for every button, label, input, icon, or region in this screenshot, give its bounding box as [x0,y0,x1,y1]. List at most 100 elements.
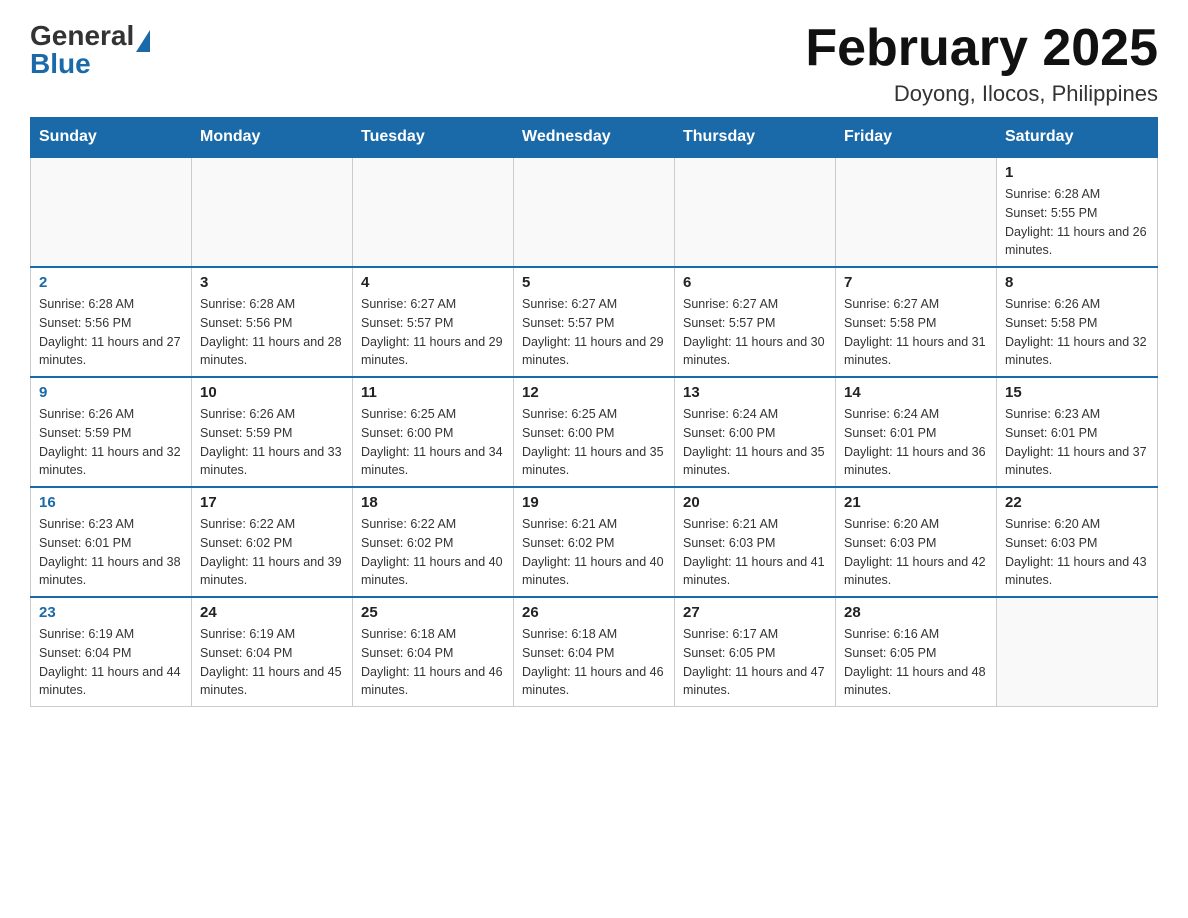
calendar-cell [353,157,514,267]
day-number: 2 [39,274,183,291]
day-number: 4 [361,274,505,291]
day-info: Sunrise: 6:27 AMSunset: 5:57 PMDaylight:… [361,295,505,370]
day-number: 27 [683,604,827,621]
day-number: 9 [39,384,183,401]
calendar-cell [675,157,836,267]
calendar-row: 2 Sunrise: 6:28 AMSunset: 5:56 PMDaylight… [31,267,1158,377]
weekday-wednesday: Wednesday [514,118,675,158]
calendar-header: SundayMondayTuesdayWednesdayThursdayFrid… [31,118,1158,158]
logo: General Blue [30,20,150,80]
calendar-cell: 11Sunrise: 6:25 AMSunset: 6:00 PMDayligh… [353,377,514,487]
day-number: 1 [1005,164,1149,181]
calendar-cell: 12 Sunrise: 6:25 AMSunset: 6:00 PMDayligh… [514,377,675,487]
calendar-cell: 3Sunrise: 6:28 AMSunset: 5:56 PMDaylight… [192,267,353,377]
day-info: Sunrise: 6:27 AMSunset: 5:57 PMDaylight:… [683,295,827,370]
day-number: 19 [522,494,666,511]
day-info: Sunrise: 6:18 AMSunset: 6:04 PMDaylight:… [361,625,505,700]
day-number: 6 [683,274,827,291]
calendar-cell: 1 Sunrise: 6:28 AMSunset: 5:55 PMDaylight… [997,157,1158,267]
day-number: 20 [683,494,827,511]
weekday-header-row: SundayMondayTuesdayWednesdayThursdayFrid… [31,118,1158,158]
calendar-cell [836,157,997,267]
day-info: Sunrise: 6:24 AMSunset: 6:01 PMDaylight:… [844,405,988,480]
day-number: 23 [39,604,183,621]
day-number: 16 [39,494,183,511]
calendar-cell [997,597,1158,707]
calendar-cell: 18 Sunrise: 6:22 AMSunset: 6:02 PMDayligh… [353,487,514,597]
calendar-row: 1 Sunrise: 6:28 AMSunset: 5:55 PMDaylight… [31,157,1158,267]
day-info: Sunrise: 6:27 AMSunset: 5:57 PMDaylight:… [522,295,666,370]
calendar-cell: 8Sunrise: 6:26 AMSunset: 5:58 PMDaylight… [997,267,1158,377]
page-header: General Blue February 2025 Doyong, Iloco… [30,20,1158,107]
day-info: Sunrise: 6:19 AMSunset: 6:04 PMDaylight:… [200,625,344,700]
calendar-cell: 26 Sunrise: 6:18 AMSunset: 6:04 PMDayligh… [514,597,675,707]
day-info: Sunrise: 6:18 AMSunset: 6:04 PMDaylight:… [522,625,666,700]
weekday-tuesday: Tuesday [353,118,514,158]
day-number: 26 [522,604,666,621]
calendar-cell: 16 Sunrise: 6:23 AMSunset: 6:01 PMDayligh… [31,487,192,597]
day-number: 10 [200,384,344,401]
calendar-cell: 23 Sunrise: 6:19 AMSunset: 6:04 PMDayligh… [31,597,192,707]
calendar-cell: 15Sunrise: 6:23 AMSunset: 6:01 PMDayligh… [997,377,1158,487]
calendar-cell: 28Sunrise: 6:16 AMSunset: 6:05 PMDayligh… [836,597,997,707]
page-subtitle: Doyong, Ilocos, Philippines [805,81,1158,107]
day-number: 12 [522,384,666,401]
calendar-cell [514,157,675,267]
calendar-row: 23 Sunrise: 6:19 AMSunset: 6:04 PMDayligh… [31,597,1158,707]
day-number: 28 [844,604,988,621]
day-info: Sunrise: 6:23 AMSunset: 6:01 PMDaylight:… [39,515,183,590]
calendar-cell: 7 Sunrise: 6:27 AMSunset: 5:58 PMDaylight… [836,267,997,377]
day-info: Sunrise: 6:19 AMSunset: 6:04 PMDaylight:… [39,625,183,700]
calendar-body: 1 Sunrise: 6:28 AMSunset: 5:55 PMDaylight… [31,157,1158,707]
day-number: 13 [683,384,827,401]
page-title: February 2025 [805,20,1158,77]
calendar-cell: 5 Sunrise: 6:27 AMSunset: 5:57 PMDaylight… [514,267,675,377]
day-number: 11 [361,384,505,401]
day-number: 7 [844,274,988,291]
weekday-saturday: Saturday [997,118,1158,158]
day-number: 18 [361,494,505,511]
day-info: Sunrise: 6:23 AMSunset: 6:01 PMDaylight:… [1005,405,1149,480]
weekday-friday: Friday [836,118,997,158]
day-info: Sunrise: 6:24 AMSunset: 6:00 PMDaylight:… [683,405,827,480]
day-info: Sunrise: 6:25 AMSunset: 6:00 PMDaylight:… [522,405,666,480]
day-info: Sunrise: 6:26 AMSunset: 5:59 PMDaylight:… [39,405,183,480]
calendar-cell: 19 Sunrise: 6:21 AMSunset: 6:02 PMDayligh… [514,487,675,597]
day-info: Sunrise: 6:22 AMSunset: 6:02 PMDaylight:… [200,515,344,590]
calendar-cell: 24 Sunrise: 6:19 AMSunset: 6:04 PMDayligh… [192,597,353,707]
day-info: Sunrise: 6:26 AMSunset: 5:59 PMDaylight:… [200,405,344,480]
day-info: Sunrise: 6:21 AMSunset: 6:02 PMDaylight:… [522,515,666,590]
weekday-sunday: Sunday [31,118,192,158]
day-info: Sunrise: 6:21 AMSunset: 6:03 PMDaylight:… [683,515,827,590]
calendar-row: 9 Sunrise: 6:26 AMSunset: 5:59 PMDaylight… [31,377,1158,487]
day-number: 5 [522,274,666,291]
calendar-cell: 13 Sunrise: 6:24 AMSunset: 6:00 PMDayligh… [675,377,836,487]
day-info: Sunrise: 6:17 AMSunset: 6:05 PMDaylight:… [683,625,827,700]
weekday-thursday: Thursday [675,118,836,158]
weekday-monday: Monday [192,118,353,158]
calendar-cell: 9 Sunrise: 6:26 AMSunset: 5:59 PMDaylight… [31,377,192,487]
calendar-cell: 27 Sunrise: 6:17 AMSunset: 6:05 PMDayligh… [675,597,836,707]
calendar-cell [31,157,192,267]
logo-text-blue: Blue [30,48,150,80]
calendar-cell: 21Sunrise: 6:20 AMSunset: 6:03 PMDayligh… [836,487,997,597]
calendar-cell: 6 Sunrise: 6:27 AMSunset: 5:57 PMDaylight… [675,267,836,377]
day-info: Sunrise: 6:28 AMSunset: 5:55 PMDaylight:… [1005,185,1149,260]
day-info: Sunrise: 6:22 AMSunset: 6:02 PMDaylight:… [361,515,505,590]
calendar-cell [192,157,353,267]
calendar-row: 16 Sunrise: 6:23 AMSunset: 6:01 PMDayligh… [31,487,1158,597]
calendar-cell: 25 Sunrise: 6:18 AMSunset: 6:04 PMDayligh… [353,597,514,707]
day-info: Sunrise: 6:20 AMSunset: 6:03 PMDaylight:… [1005,515,1149,590]
day-number: 8 [1005,274,1149,291]
day-number: 25 [361,604,505,621]
day-info: Sunrise: 6:27 AMSunset: 5:58 PMDaylight:… [844,295,988,370]
calendar-cell: 20 Sunrise: 6:21 AMSunset: 6:03 PMDayligh… [675,487,836,597]
day-number: 14 [844,384,988,401]
day-info: Sunrise: 6:28 AMSunset: 5:56 PMDaylight:… [39,295,183,370]
day-info: Sunrise: 6:20 AMSunset: 6:03 PMDaylight:… [844,515,988,590]
calendar-cell: 4 Sunrise: 6:27 AMSunset: 5:57 PMDaylight… [353,267,514,377]
day-number: 17 [200,494,344,511]
calendar-cell: 2 Sunrise: 6:28 AMSunset: 5:56 PMDaylight… [31,267,192,377]
calendar-cell: 10 Sunrise: 6:26 AMSunset: 5:59 PMDayligh… [192,377,353,487]
day-number: 24 [200,604,344,621]
